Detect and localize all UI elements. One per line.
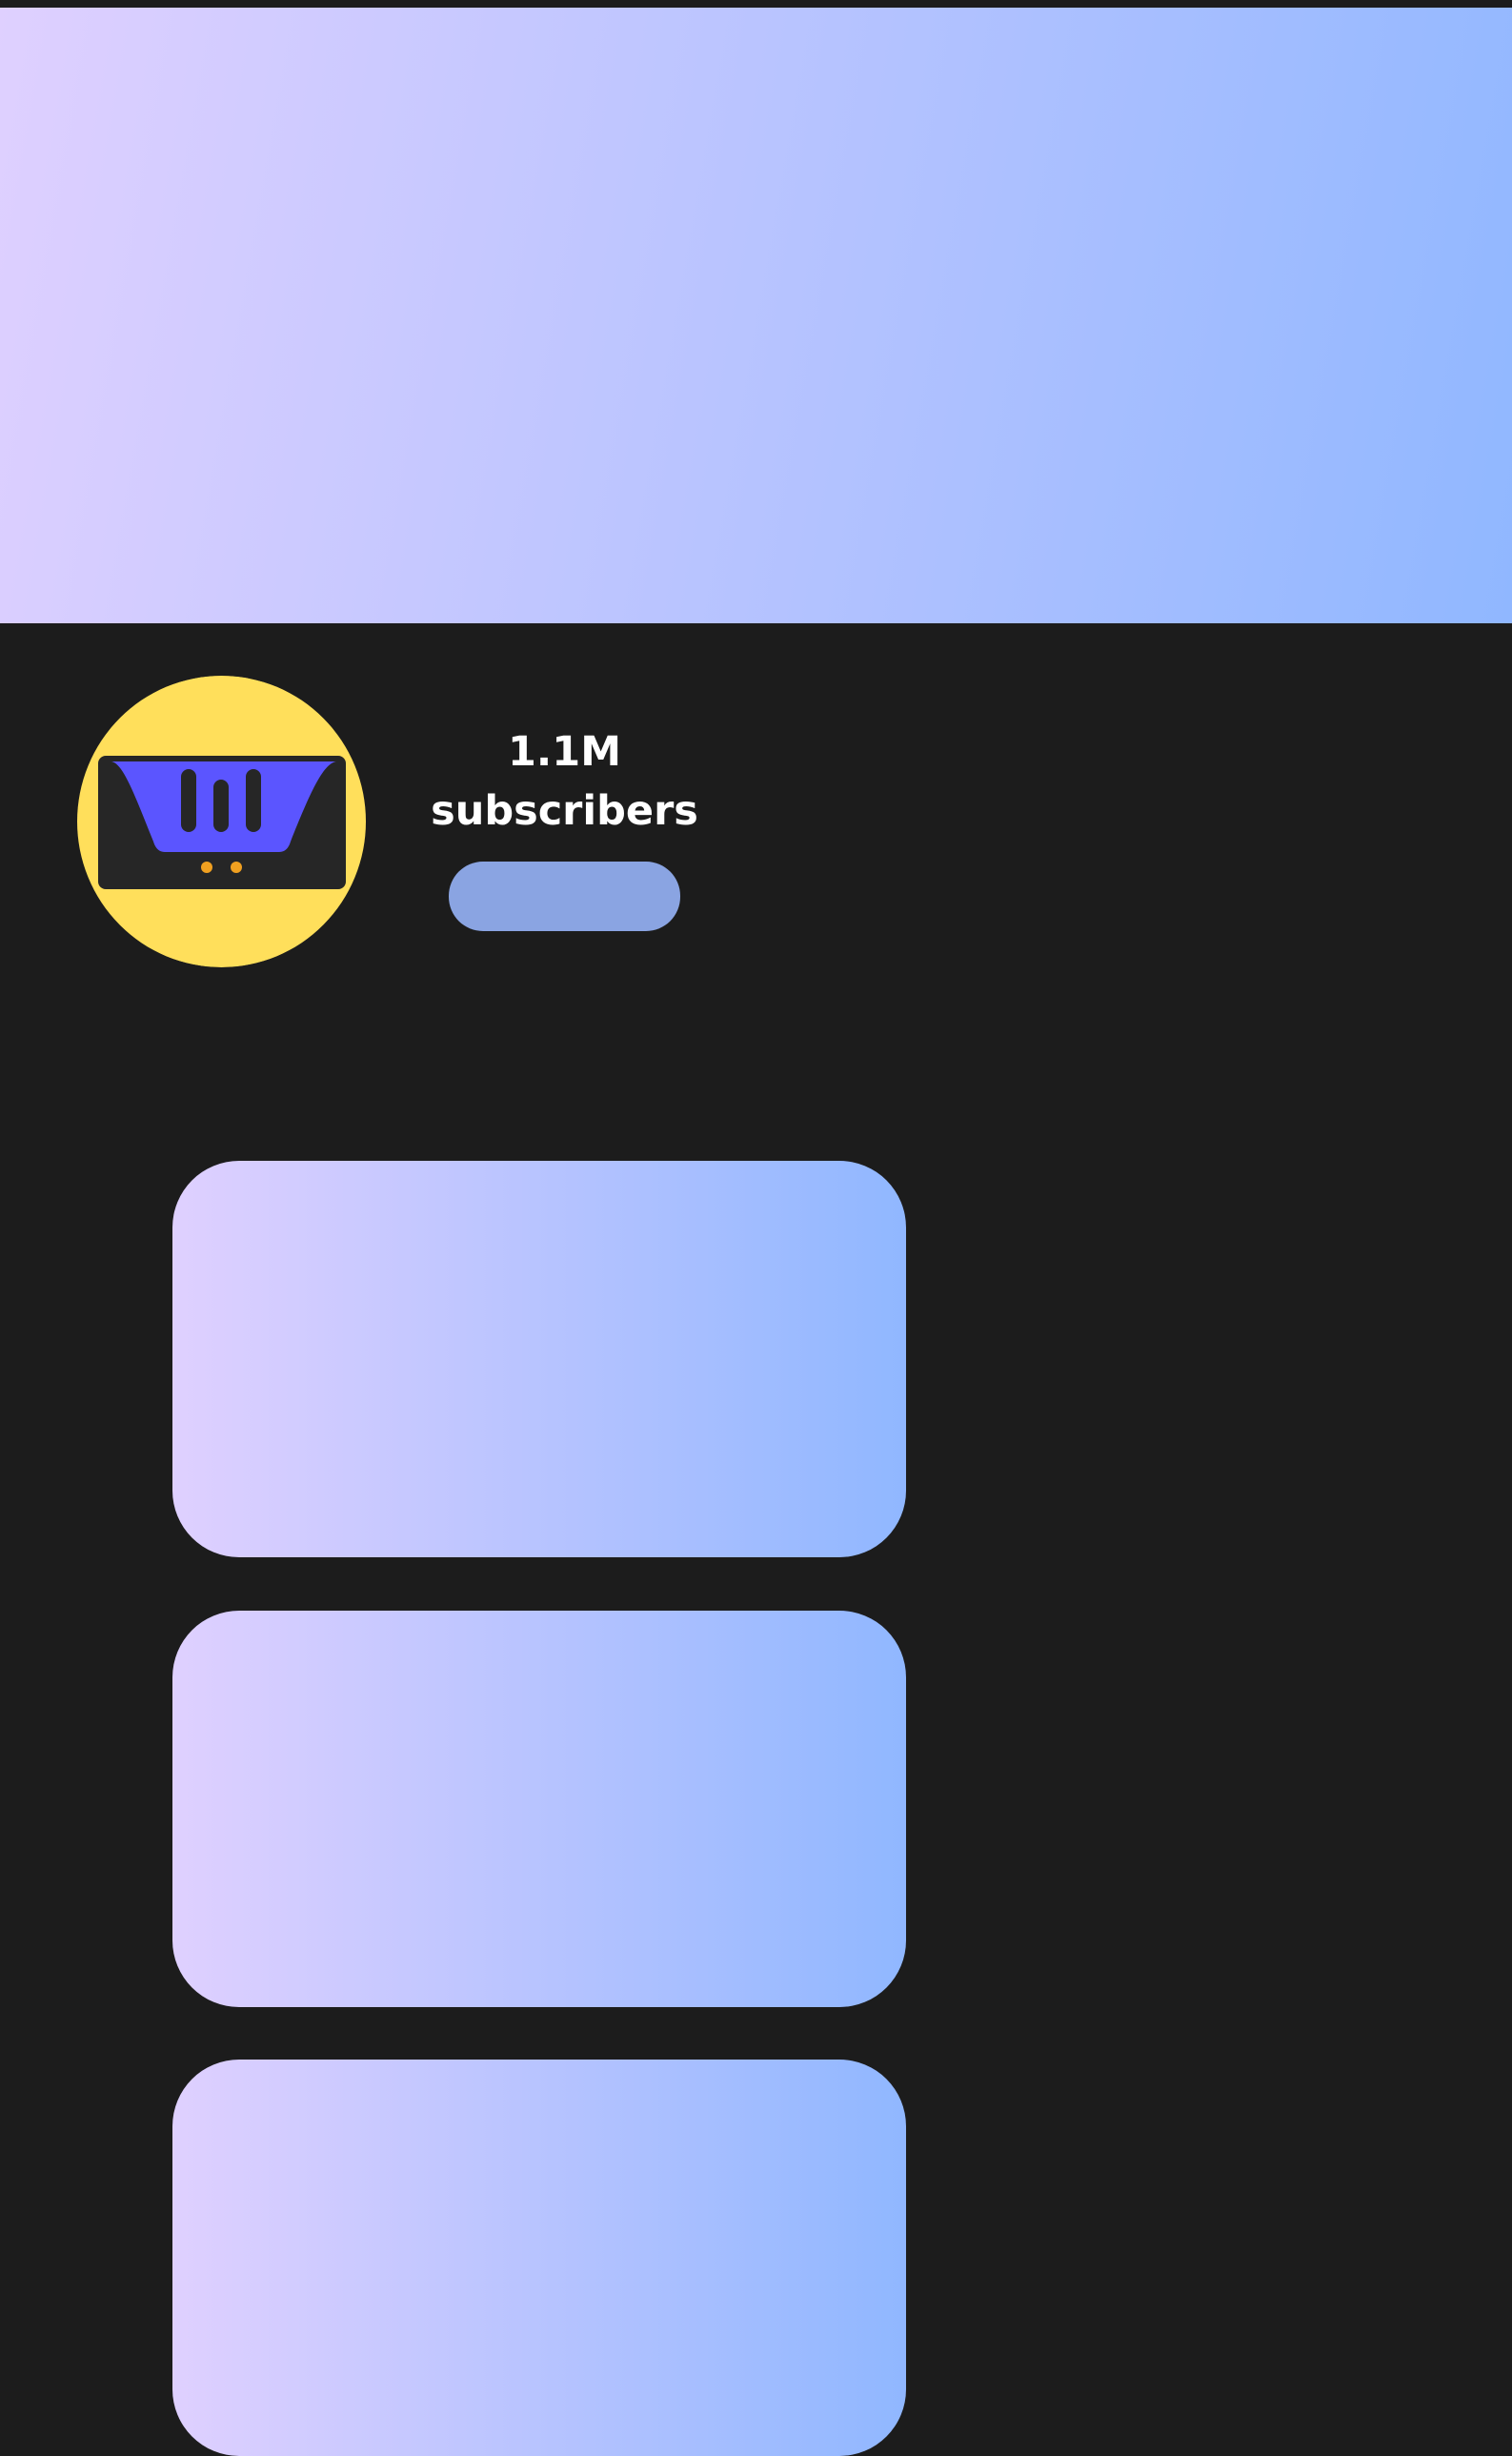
video-thumbnail-2[interactable]: [172, 1611, 906, 2007]
avatar-light-left: [201, 862, 212, 873]
subscribe-button[interactable]: [449, 862, 680, 931]
subscriber-count: 1.1M: [508, 728, 621, 776]
video-thumbnail-3[interactable]: [172, 2060, 906, 2456]
tv-screen-logo-icon: [77, 676, 366, 967]
channel-avatar[interactable]: [77, 676, 366, 967]
top-strip: [0, 0, 1512, 8]
channel-info: 1.1M subscribers: [419, 722, 710, 841]
subscriber-label: subscribers: [431, 787, 698, 835]
video-thumbnail-1[interactable]: [172, 1161, 906, 1557]
avatar-bar-right: [246, 769, 261, 832]
channel-banner: [0, 8, 1512, 623]
avatar-bar-left: [181, 769, 196, 832]
avatar-bar-middle: [213, 780, 229, 832]
avatar-light-right: [231, 862, 242, 873]
